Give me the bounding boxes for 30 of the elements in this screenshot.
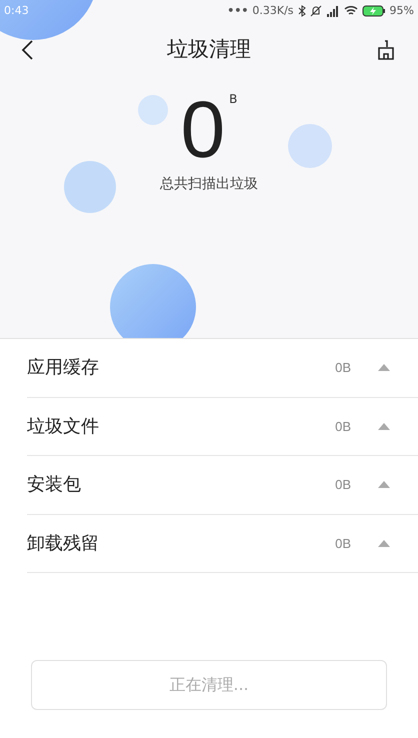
category-row[interactable]: 应用缓存 0B	[27, 339, 418, 398]
category-size: 0B	[335, 534, 351, 552]
caret-icon	[378, 481, 390, 488]
battery-percent: 95%	[390, 2, 414, 19]
signal-icon	[326, 5, 340, 17]
category-label: 垃圾文件	[27, 414, 100, 439]
category-size: 0B	[335, 476, 351, 494]
category-size: 0B	[335, 418, 351, 436]
category-row[interactable]: 垃圾文件 0B	[27, 398, 418, 456]
wifi-icon	[344, 5, 358, 17]
back-icon	[20, 40, 34, 60]
page-title: 垃圾清理	[166, 36, 252, 64]
caret-icon	[378, 422, 390, 430]
status-time: 0:43	[4, 2, 29, 19]
category-label: 安装包	[27, 473, 82, 498]
caret-icon	[378, 540, 390, 547]
network-speed: 0.33K/s	[252, 2, 294, 19]
category-row[interactable]: 卸载残留 0B	[27, 514, 418, 573]
summary-caption: 总共扫描出垃圾	[160, 175, 258, 194]
battery-icon	[362, 5, 386, 17]
amount-unit: B	[229, 91, 238, 108]
category-label: 应用缓存	[27, 356, 100, 380]
junk-amount: 0	[180, 90, 226, 170]
category-size: 0B	[335, 359, 351, 377]
mute-icon	[310, 5, 322, 17]
bluetooth-icon	[298, 5, 306, 17]
category-row[interactable]: 安装包 0B	[27, 456, 418, 514]
caret-icon	[378, 364, 390, 372]
status-dots: •••	[227, 2, 248, 19]
category-label: 卸载残留	[27, 532, 100, 556]
